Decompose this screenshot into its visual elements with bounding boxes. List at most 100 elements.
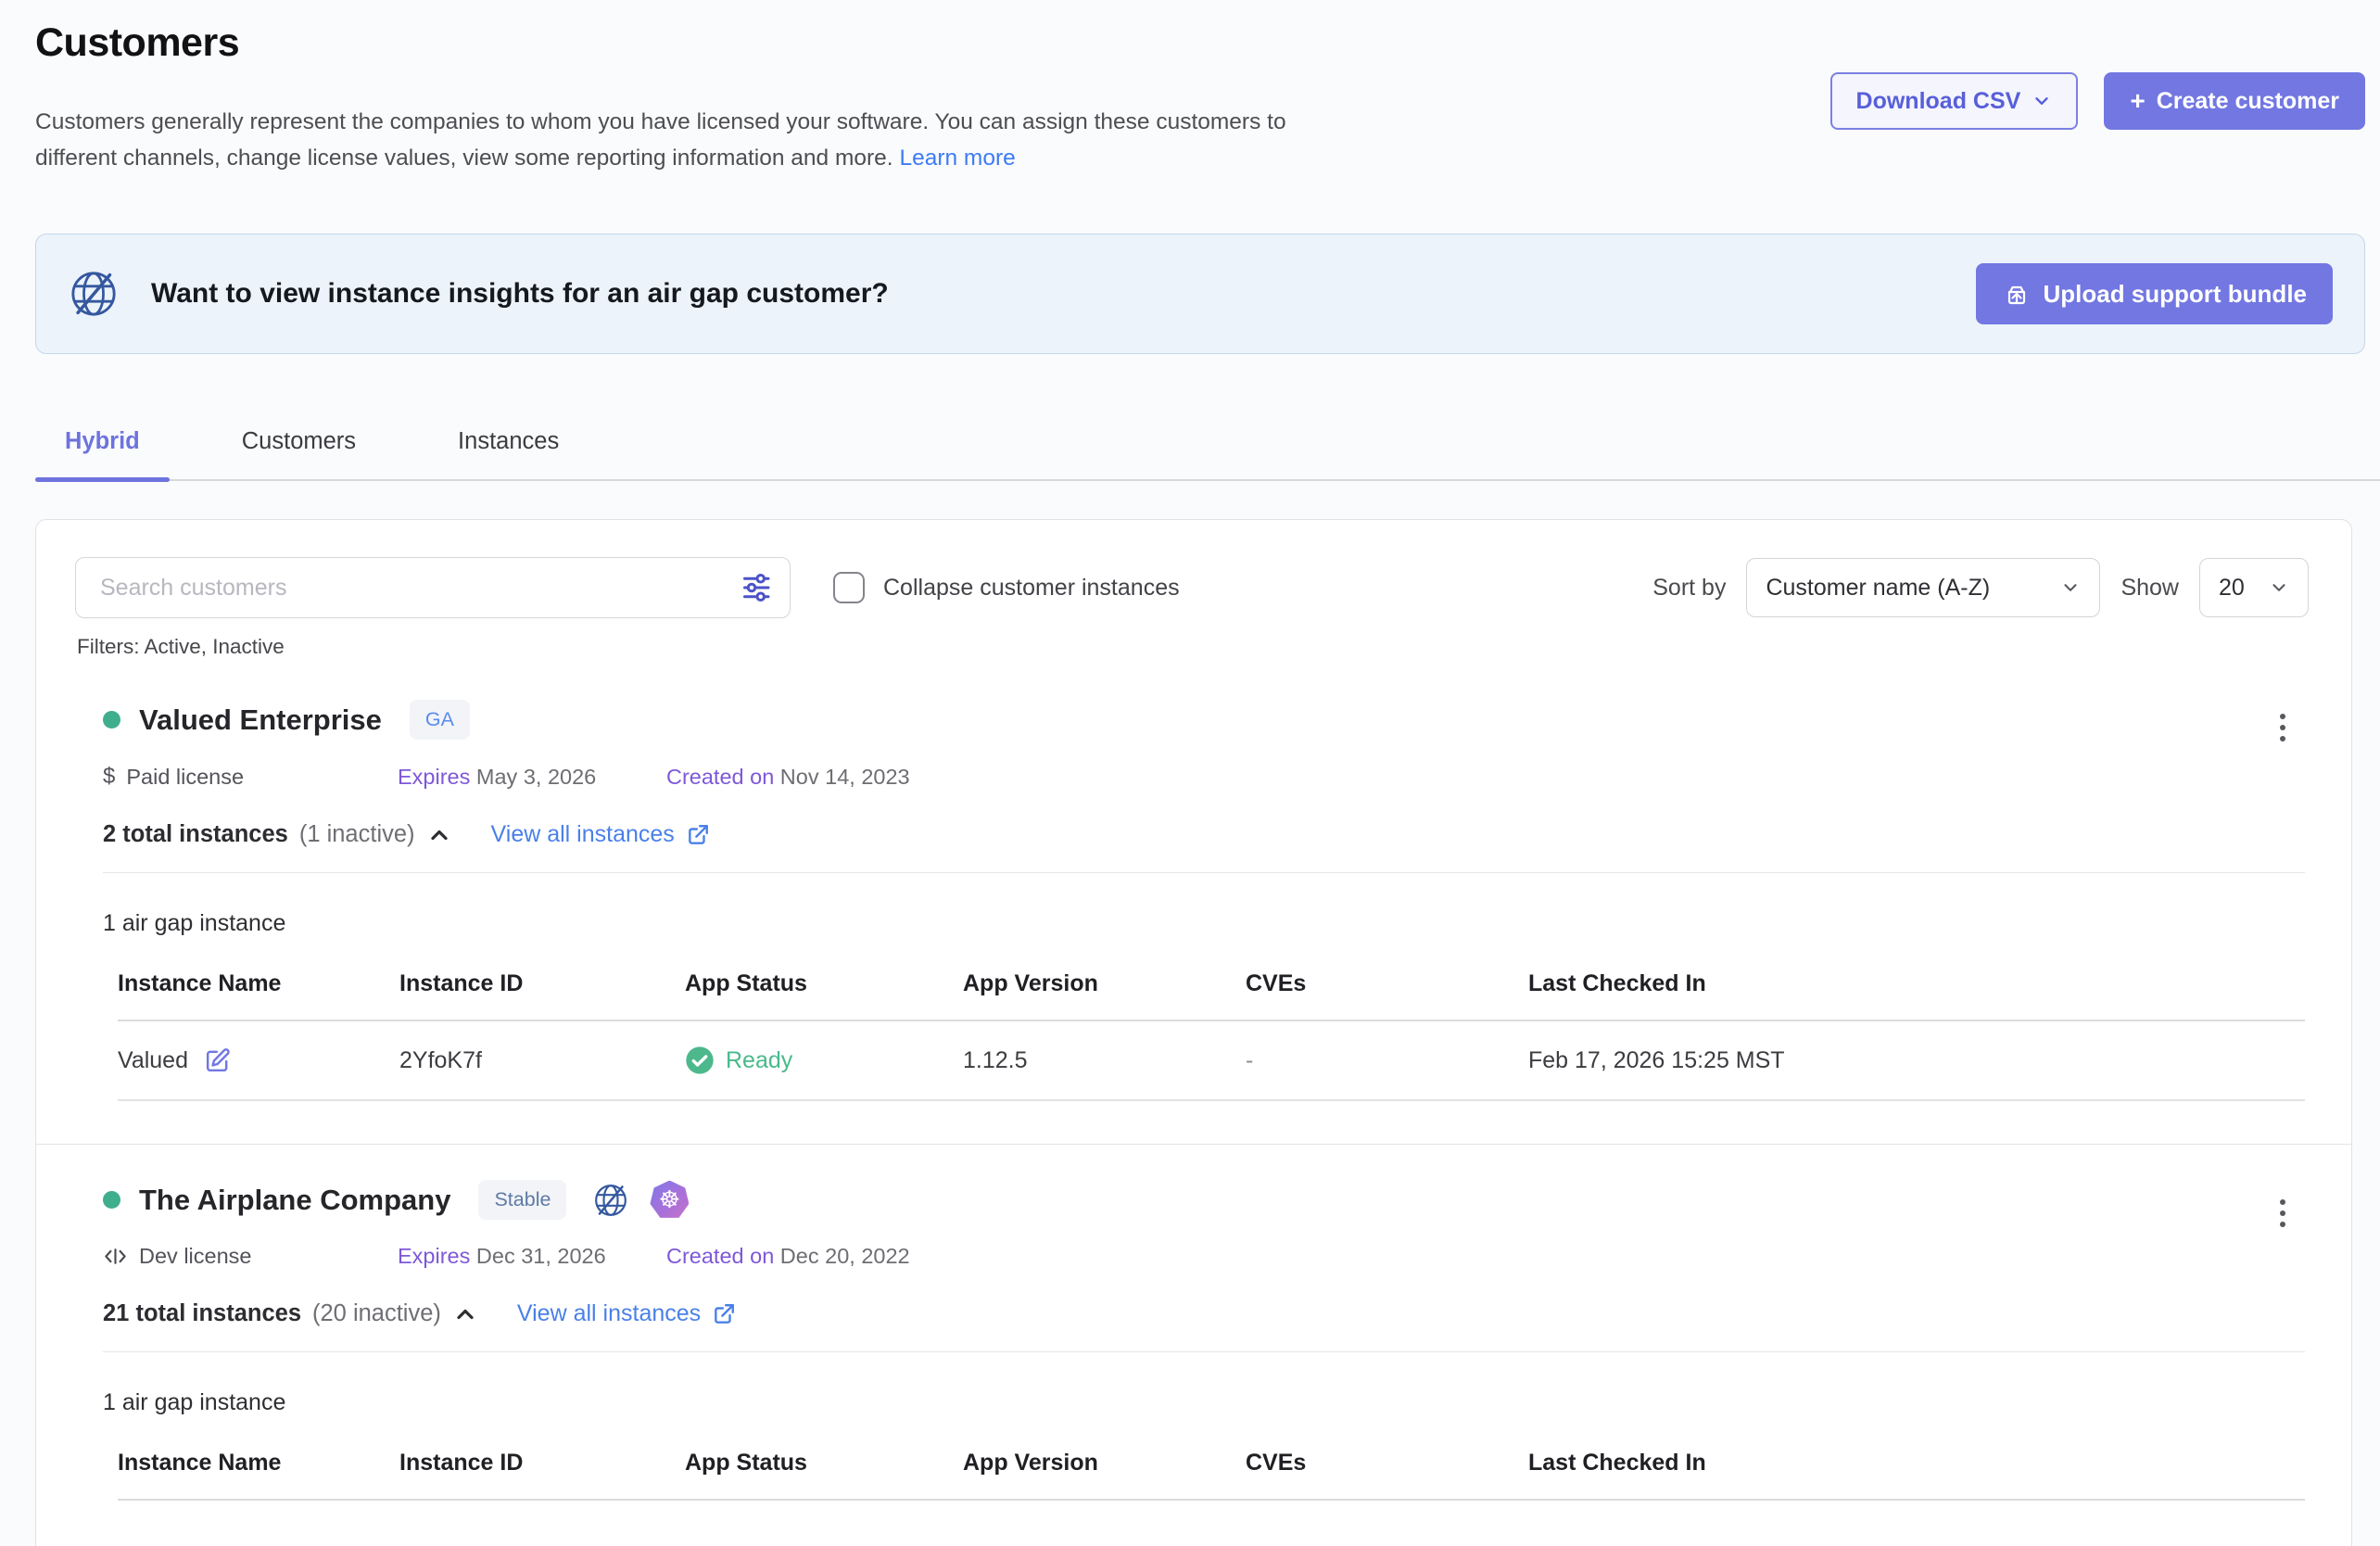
column-header-app-version: App Version — [963, 970, 1246, 997]
check-circle-icon — [685, 1045, 715, 1075]
column-header-cves: CVEs — [1246, 970, 1528, 997]
instance-name-cell: Valued — [118, 1046, 399, 1075]
customer-card-valued-enterprise: Valued Enterprise GA $ Paid license Expi… — [36, 659, 2351, 1101]
license-type-label: Dev license — [139, 1244, 251, 1269]
divider — [103, 1351, 2305, 1352]
instance-table-header: Instance Name Instance ID App Status App… — [118, 1450, 2305, 1501]
instances-row: 21 total instances (20 inactive) View al… — [103, 1300, 2305, 1327]
status-text: Ready — [726, 1047, 792, 1074]
chevron-down-icon — [2269, 577, 2289, 598]
customer-header: Valued Enterprise GA — [103, 700, 2305, 740]
expires-value: Dec 31, 2026 — [470, 1244, 605, 1268]
cves-cell: - — [1246, 1047, 1528, 1074]
edit-icon[interactable] — [203, 1046, 232, 1075]
plus-icon: + — [2130, 88, 2145, 114]
sort-by-value: Customer name (A-Z) — [1766, 575, 1990, 602]
download-csv-button[interactable]: Download CSV — [1830, 72, 2079, 130]
column-header-instance-id: Instance ID — [399, 1450, 685, 1476]
app-status-cell: Ready — [685, 1045, 963, 1075]
kubernetes-glyph: ☸ — [659, 1185, 680, 1214]
create-customer-label: Create customer — [2157, 88, 2339, 115]
create-customer-button[interactable]: + Create customer — [2104, 72, 2365, 130]
instance-id-cell: 2YfoK7f — [399, 1047, 685, 1074]
search-input[interactable] — [75, 557, 791, 618]
upload-icon — [2002, 279, 2032, 309]
page-description-text: Customers generally represent the compan… — [35, 109, 1286, 171]
divider — [103, 872, 2305, 873]
instance-table: Instance Name Instance ID App Status App… — [118, 1450, 2305, 1501]
expires-field: Expires Dec 31, 2026 — [398, 1244, 666, 1269]
airgap-globe-icon — [592, 1182, 629, 1219]
customer-meta: $ Paid license Expires May 3, 2026 Creat… — [103, 764, 2305, 790]
license-type: Dev license — [103, 1244, 398, 1269]
tab-bar: Hybrid Customers Instances — [35, 415, 2380, 481]
status-dot — [103, 711, 120, 729]
page-description: Customers generally represent the compan… — [35, 104, 1361, 176]
collapse-instances-label: Collapse customer instances — [883, 575, 1180, 602]
app-version-cell: 1.12.5 — [963, 1047, 1246, 1074]
instances-collapse-toggle[interactable]: 2 total instances (1 inactive) — [103, 821, 452, 848]
external-link-icon — [686, 823, 710, 847]
sort-by-label: Sort by — [1652, 575, 1726, 602]
channel-badge: Stable — [478, 1180, 566, 1220]
filter-sliders-icon[interactable] — [741, 571, 774, 604]
customers-panel: Collapse customer instances Sort by Cust… — [35, 519, 2352, 1546]
expires-field: Expires May 3, 2026 — [398, 765, 666, 790]
column-header-instance-id: Instance ID — [399, 970, 685, 997]
learn-more-link[interactable]: Learn more — [899, 146, 1015, 171]
chevron-up-icon — [426, 822, 452, 848]
upload-support-bundle-label: Upload support bundle — [2043, 280, 2307, 309]
show-label: Show — [2120, 575, 2179, 602]
chevron-down-icon — [2060, 577, 2081, 598]
code-icon — [103, 1244, 128, 1269]
customer-meta: Dev license Expires Dec 31, 2026 Created… — [103, 1244, 2305, 1269]
tab-customers[interactable]: Customers — [212, 415, 386, 479]
airgap-instance-heading: 1 air gap instance — [103, 910, 2305, 937]
created-label: Created on — [666, 765, 774, 789]
collapse-instances-checkbox[interactable] — [833, 572, 865, 603]
sort-by-select[interactable]: Customer name (A-Z) — [1746, 558, 2100, 617]
banner-title: Want to view instance insights for an ai… — [151, 278, 889, 310]
upload-support-bundle-button[interactable]: Upload support bundle — [1976, 263, 2333, 324]
dollar-icon: $ — [103, 764, 115, 790]
column-header-app-status: App Status — [685, 970, 963, 997]
external-link-icon — [712, 1302, 736, 1326]
search-wrap — [75, 557, 791, 618]
column-header-last-checked-in: Last Checked In — [1528, 1450, 2305, 1476]
instances-inactive: (1 inactive) — [299, 821, 415, 848]
instances-row: 2 total instances (1 inactive) View all … — [103, 821, 2305, 848]
column-header-app-version: App Version — [963, 1450, 1246, 1476]
instances-total: 2 total instances — [103, 821, 288, 848]
view-all-instances-link[interactable]: View all instances — [517, 1300, 736, 1327]
customer-card-airplane-company: The Airplane Company Stable ☸ Dev licens… — [36, 1145, 2351, 1501]
expires-value: May 3, 2026 — [470, 765, 596, 789]
airgap-banner: Want to view instance insights for an ai… — [35, 234, 2365, 354]
chevron-down-icon — [2032, 91, 2052, 111]
tab-hybrid[interactable]: Hybrid — [35, 415, 170, 479]
instances-inactive: (20 inactive) — [312, 1300, 441, 1327]
view-all-instances-label: View all instances — [491, 821, 675, 848]
license-type-label: Paid license — [126, 765, 244, 790]
license-type: $ Paid license — [103, 764, 398, 790]
airgap-instance-heading: 1 air gap instance — [103, 1389, 2305, 1416]
kebab-menu-button[interactable] — [2264, 702, 2301, 754]
column-header-instance-name: Instance Name — [118, 970, 399, 997]
instances-collapse-toggle[interactable]: 21 total instances (20 inactive) — [103, 1300, 478, 1327]
created-value: Nov 14, 2023 — [774, 765, 909, 789]
table-row: Valued 2YfoK7f Ready 1.12.5 - Feb 17, 20… — [118, 1021, 2305, 1101]
customer-name[interactable]: Valued Enterprise — [139, 703, 382, 737]
show-value: 20 — [2219, 575, 2245, 602]
created-field: Created on Dec 20, 2022 — [666, 1244, 910, 1269]
collapse-instances-group: Collapse customer instances — [833, 572, 1180, 603]
airgap-globe-icon — [68, 268, 120, 320]
instance-table-header: Instance Name Instance ID App Status App… — [118, 970, 2305, 1021]
tab-instances[interactable]: Instances — [428, 415, 589, 479]
column-header-instance-name: Instance Name — [118, 1450, 399, 1476]
view-all-instances-link[interactable]: View all instances — [491, 821, 710, 848]
page-title: Customers — [35, 20, 239, 66]
customer-name[interactable]: The Airplane Company — [139, 1184, 450, 1217]
created-value: Dec 20, 2022 — [774, 1244, 909, 1268]
kebab-menu-button[interactable] — [2264, 1187, 2301, 1239]
show-select[interactable]: 20 — [2199, 558, 2309, 617]
header-actions: Download CSV + Create customer — [1830, 72, 2365, 130]
